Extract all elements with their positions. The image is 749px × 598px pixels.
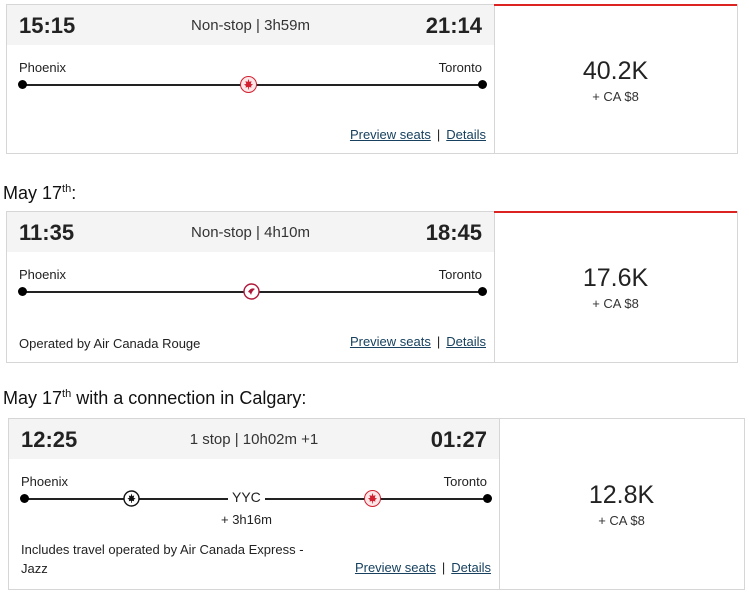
destination-city: Toronto [438,60,482,75]
flight-card-3[interactable]: 12:25 1 stop | 10h02m +1 01:27 Phoenix T… [8,418,745,590]
operator-text: Includes travel operated by Air Canada E… [21,540,304,578]
origin-dot [18,287,27,296]
destination-dot [478,80,487,89]
fare-cell[interactable]: 40.2K + CA $8 [494,5,737,153]
operator-line-1: Includes travel operated by Air Canada E… [21,542,304,557]
details-link[interactable]: Details [446,334,486,349]
operator-text: Operated by Air Canada Rouge [19,336,201,351]
fare-cash: + CA $8 [598,513,645,528]
destination-dot [478,287,487,296]
details-link[interactable]: Details [446,127,486,142]
destination-city: Toronto [443,474,487,489]
selected-indicator [494,4,737,6]
route-line: YYC + 3h16m [20,489,492,527]
rouge-icon [243,283,260,300]
origin-dot [18,80,27,89]
link-separator: | [436,334,441,349]
flight-links: Preview seats | Details [350,334,486,349]
section-label-may17: May 17th: [3,183,77,203]
flight-card-1[interactable]: 15:15 Non-stop | 3h59m 21:14 Phoenix Tor… [6,4,738,154]
flight-card-2[interactable]: 11:35 Non-stop | 4h10m 18:45 Phoenix Tor… [6,211,738,363]
maple-leaf-icon [240,76,257,93]
link-separator: | [436,127,441,142]
flight-header: 12:25 1 stop | 10h02m +1 01:27 [9,419,499,459]
fare-points: 17.6K [582,264,649,292]
destination-city: Toronto [438,267,482,282]
preview-seats-link[interactable]: Preview seats [350,334,431,349]
express-icon [123,490,140,507]
operator-line-2: Jazz [21,561,48,576]
selected-indicator [494,211,737,213]
destination-dot [483,494,492,503]
origin-city: Phoenix [19,60,66,75]
section-label-connection: May 17th with a connection in Calgary: [3,388,307,408]
stop-airport-code: YYC [228,489,265,505]
route-line [18,76,487,93]
origin-city: Phoenix [21,474,68,489]
origin-city: Phoenix [19,267,66,282]
route-line [18,283,487,300]
arrival-time: 21:14 [425,13,482,38]
flight-duration: Non-stop | 3h59m [191,17,310,34]
details-link[interactable]: Details [451,560,491,575]
flight-links: Preview seats | Details [350,127,486,142]
fare-points: 12.8K [588,481,655,509]
link-separator: | [441,560,446,575]
preview-seats-link[interactable]: Preview seats [350,127,431,142]
flight-duration: Non-stop | 4h10m [191,224,310,241]
fare-points: 40.2K [582,57,649,85]
maple-leaf-icon [364,490,381,507]
flight-header: 15:15 Non-stop | 3h59m 21:14 [7,5,494,45]
flight-info: 12:25 1 stop | 10h02m +1 01:27 Phoenix T… [9,419,500,589]
fare-cash: + CA $8 [592,296,639,311]
fare-cell[interactable]: 12.8K + CA $8 [499,419,744,589]
preview-seats-link[interactable]: Preview seats [355,560,436,575]
flight-info: 11:35 Non-stop | 4h10m 18:45 Phoenix Tor… [7,212,495,362]
flight-header: 11:35 Non-stop | 4h10m 18:45 [7,212,494,252]
fare-cell[interactable]: 17.6K + CA $8 [494,212,737,362]
origin-dot [20,494,29,503]
flight-info: 15:15 Non-stop | 3h59m 21:14 Phoenix Tor… [7,5,495,153]
flight-links: Preview seats | Details [355,560,491,575]
fare-cash: + CA $8 [592,89,639,104]
arrival-time: 18:45 [425,220,482,245]
arrival-time: 01:27 [430,427,487,452]
layover-duration: + 3h16m [221,512,272,527]
flight-duration: 1 stop | 10h02m +1 [189,431,319,448]
